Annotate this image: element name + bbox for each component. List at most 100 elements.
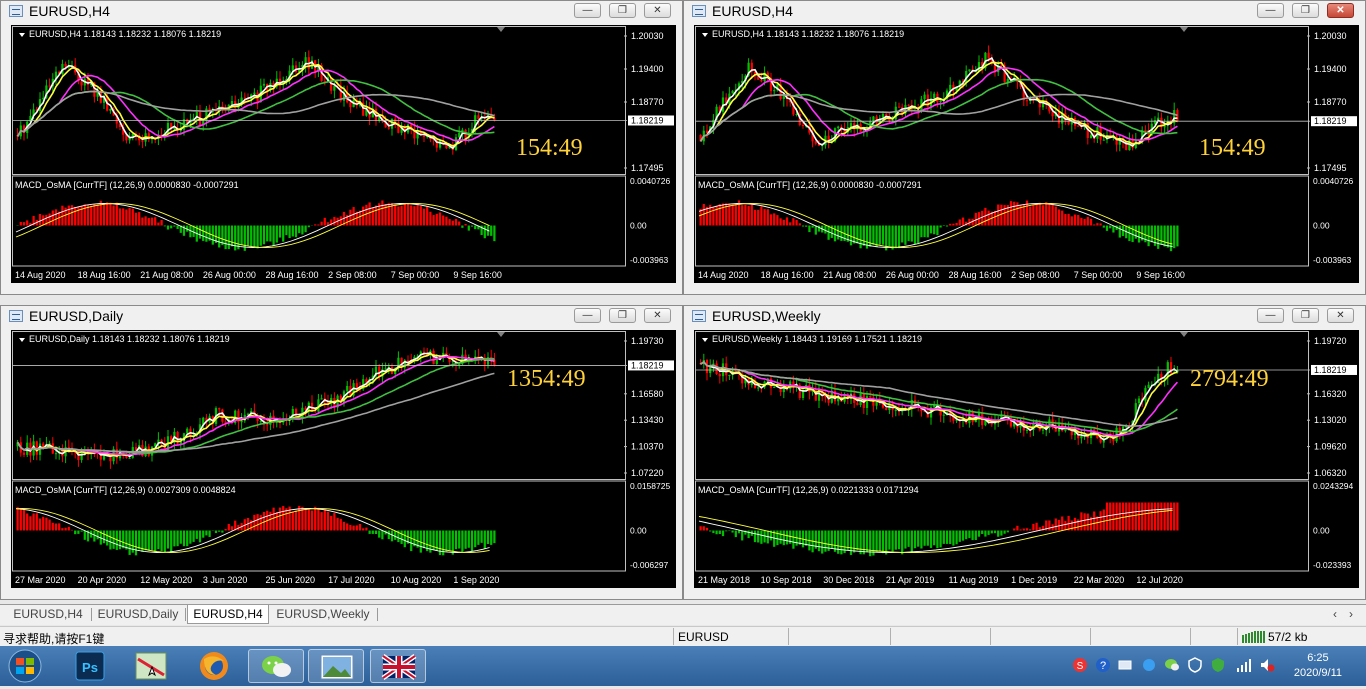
chart-area[interactable]: EURUSD,H4 1.18143 1.18232 1.18076 1.1821…: [11, 25, 676, 283]
chart-window-eurusd-h4-2[interactable]: EURUSD,H4 — ❐ ✕ EURUSD,H4 1.18143 1.1823…: [683, 0, 1366, 295]
maximize-button[interactable]: ❐: [1292, 308, 1319, 323]
candle-body: [1103, 140, 1105, 141]
taskbar-firefox[interactable]: [186, 649, 242, 683]
macd-bar: [920, 531, 922, 549]
tabs-scroll-right-icon[interactable]: ›: [1344, 605, 1358, 624]
chart-area[interactable]: EURUSD,Weekly 1.18443 1.19169 1.17521 1.…: [694, 330, 1359, 588]
tabs-scroll-left-icon[interactable]: ‹: [1328, 605, 1342, 624]
tab-eurusd-h4-2[interactable]: EURUSD,H4: [187, 605, 269, 624]
chart-window-eurusd-weekly[interactable]: EURUSD,Weekly — ❐ ✕ EURUSD,Weekly 1.1844…: [683, 305, 1366, 600]
macd-bar: [448, 531, 450, 551]
chart-window-eurusd-h4-1[interactable]: EURUSD,H4 — ❐ ✕ EURUSD,H4 1.18143 1.1823…: [0, 0, 683, 295]
macd-bar: [824, 531, 826, 552]
chart-window-eurusd-daily[interactable]: EURUSD,Daily — ❐ ✕ EURUSD,Daily 1.18143 …: [0, 305, 683, 600]
shield-icon[interactable]: [1187, 657, 1203, 673]
macd-bar: [135, 531, 137, 556]
price-chart[interactable]: EURUSD,Daily 1.18143 1.18232 1.18076 1.1…: [11, 330, 676, 588]
macd-bar: [1131, 503, 1133, 531]
status-bar: 寻求帮助,请按F1键 EURUSD 57/2 kb: [0, 626, 1366, 647]
minimize-button[interactable]: —: [574, 308, 601, 323]
taskbar-photo-viewer[interactable]: [308, 649, 364, 683]
tab-eurusd-h4-1[interactable]: EURUSD,H4: [8, 605, 88, 624]
taskbar-photoshop[interactable]: Ps: [62, 649, 118, 683]
maximize-button[interactable]: ❐: [609, 308, 636, 323]
price-chart[interactable]: EURUSD,H4 1.18143 1.18232 1.18076 1.1821…: [11, 25, 676, 283]
macd-bar: [1115, 503, 1117, 531]
window-titlebar[interactable]: EURUSD,H4 — ❐ ✕: [684, 1, 1365, 23]
close-button[interactable]: ✕: [1327, 3, 1354, 18]
status-separator: [788, 628, 789, 645]
taskbar-wechat[interactable]: [248, 649, 304, 683]
chart-area[interactable]: EURUSD,H4 1.18143 1.18232 1.18076 1.1821…: [694, 25, 1359, 283]
macd-bar: [263, 226, 265, 245]
help-icon[interactable]: ?: [1095, 657, 1111, 673]
chart-area[interactable]: EURUSD,Daily 1.18143 1.18232 1.18076 1.1…: [11, 330, 676, 588]
macd-bar: [192, 531, 194, 542]
macd-bar: [93, 531, 95, 542]
minimize-button[interactable]: —: [1257, 3, 1284, 18]
security-icon[interactable]: [1210, 657, 1226, 673]
taskbar-clock[interactable]: 6:25 2020/9/11: [1294, 651, 1342, 681]
macd-indicator-label: MACD_OsMA [CurrTF] (12,26,9) 0.0027309 0…: [15, 485, 236, 495]
chart-symbol-info: EURUSD,Daily 1.18143 1.18232 1.18076 1.1…: [29, 334, 230, 344]
macd-bar: [1122, 503, 1124, 531]
sogou-ime-icon[interactable]: S: [1072, 657, 1088, 673]
price-tick-label: 1.16320: [1314, 389, 1347, 399]
window-titlebar[interactable]: EURUSD,H4 — ❐ ✕: [1, 1, 682, 23]
macd-bar: [1147, 503, 1149, 531]
macd-histogram-group: [16, 200, 495, 250]
macd-bar: [987, 531, 989, 535]
macd-tick-label: -0.003963: [630, 255, 669, 265]
volume-muted-icon[interactable]: [1259, 657, 1275, 673]
wechat-tray-icon[interactable]: [1164, 657, 1180, 673]
macd-bar: [109, 203, 111, 226]
minimize-button[interactable]: —: [574, 3, 601, 18]
price-chart[interactable]: EURUSD,H4 1.18143 1.18232 1.18076 1.1821…: [694, 25, 1359, 283]
macd-bar: [173, 226, 175, 227]
maximize-button[interactable]: ❐: [609, 3, 636, 18]
macd-bar: [301, 226, 303, 235]
macd-bar: [36, 513, 38, 530]
macd-bar: [779, 531, 781, 544]
time-tick-label: 10 Sep 2018: [761, 575, 812, 585]
macd-bar: [295, 510, 297, 530]
macd-bar: [228, 524, 230, 530]
macd-bar: [1083, 513, 1085, 530]
window-titlebar[interactable]: EURUSD,Daily — ❐ ✕: [1, 306, 682, 328]
macd-bar: [959, 219, 961, 225]
keyboard-icon[interactable]: [1117, 657, 1133, 673]
macd-bar: [429, 212, 431, 226]
macd-bar: [738, 531, 740, 534]
tab-eurusd-daily[interactable]: EURUSD,Daily: [94, 605, 182, 624]
cloud-sync-icon[interactable]: [1141, 657, 1157, 673]
macd-bar: [1083, 219, 1085, 225]
network-icon[interactable]: [1236, 657, 1252, 673]
price-tick-label: 1.19730: [631, 336, 664, 346]
window-titlebar[interactable]: EURUSD,Weekly — ❐ ✕: [684, 306, 1365, 328]
tab-eurusd-weekly[interactable]: EURUSD,Weekly: [272, 605, 374, 624]
time-tick-label: 28 Aug 16:00: [949, 270, 1002, 280]
macd-bar: [917, 226, 919, 244]
macd-bar: [186, 531, 188, 547]
close-button[interactable]: ✕: [1327, 308, 1354, 323]
price-chart[interactable]: EURUSD,Weekly 1.18443 1.19169 1.17521 1.…: [694, 330, 1359, 588]
minimize-button[interactable]: —: [1257, 308, 1284, 323]
candle-body: [907, 105, 909, 106]
macd-bar: [706, 207, 708, 226]
close-button[interactable]: ✕: [644, 3, 671, 18]
taskbar-map-app[interactable]: [124, 649, 180, 683]
maximize-button[interactable]: ❐: [1292, 3, 1319, 18]
macd-bar: [1099, 511, 1101, 530]
macd-bar: [484, 226, 486, 239]
start-button[interactable]: [0, 649, 50, 683]
macd-bar: [744, 205, 746, 226]
macd-bar: [400, 531, 402, 544]
macd-bar: [90, 206, 92, 226]
macd-bar: [802, 226, 804, 227]
candle-body: [128, 458, 130, 459]
taskbar-uk-flag-app[interactable]: [370, 649, 426, 683]
window-title: EURUSD,Weekly: [712, 308, 821, 324]
macd-bar: [231, 226, 233, 247]
photoshop-icon: Ps: [62, 649, 118, 683]
close-button[interactable]: ✕: [644, 308, 671, 323]
